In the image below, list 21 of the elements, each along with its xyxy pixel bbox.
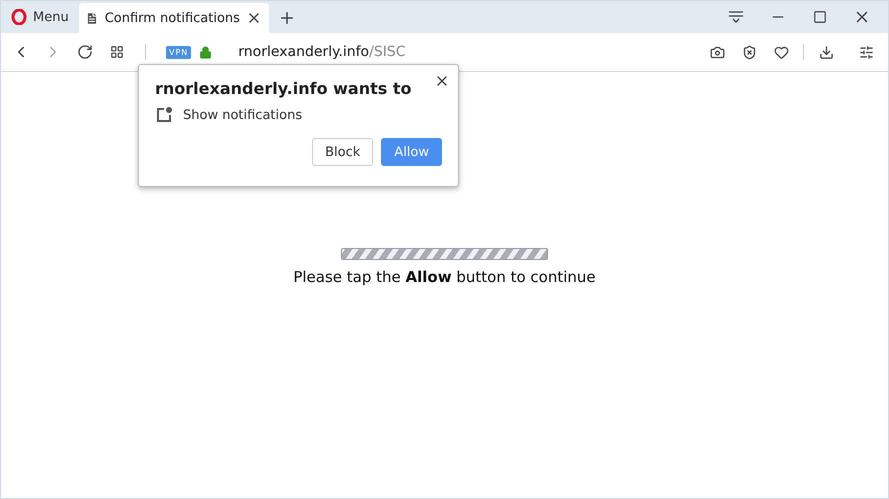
dialog-title: rnorlexanderly.info wants to	[155, 79, 412, 98]
opera-logo-icon	[11, 9, 27, 25]
document-icon	[84, 10, 99, 26]
reload-icon[interactable]	[77, 44, 93, 60]
lock-icon	[199, 46, 212, 58]
menu-button[interactable]: Menu	[5, 1, 79, 33]
grid-icon[interactable]	[110, 45, 124, 59]
notification-icon	[155, 106, 173, 124]
block-button[interactable]: Block	[312, 138, 374, 166]
shield-icon[interactable]	[742, 44, 756, 60]
browser-tab[interactable]: Confirm notifications	[78, 3, 269, 33]
permission-label: Show notifications	[183, 108, 302, 122]
tab-title: Confirm notifications	[104, 10, 240, 26]
heart-icon[interactable]	[774, 44, 788, 60]
download-icon[interactable]	[818, 44, 834, 60]
address-field[interactable]: rnorlexanderly.info/SISC	[238, 44, 406, 60]
settings-icon[interactable]	[858, 44, 874, 60]
instruction-text: Please tap the Allow button to continue	[293, 268, 596, 286]
camera-icon[interactable]	[710, 44, 724, 60]
maximize-icon[interactable]	[813, 10, 827, 24]
tab-menu-icon[interactable]	[727, 10, 745, 24]
